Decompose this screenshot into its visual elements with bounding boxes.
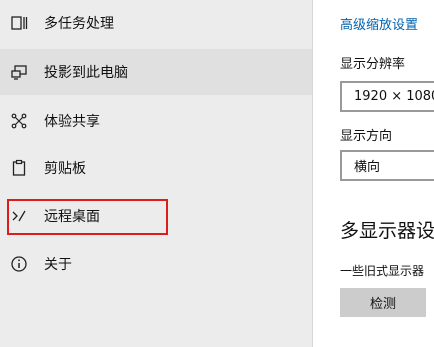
sidebar-item-label: 远程桌面 [44,209,100,225]
orientation-label: 显示方向 [340,129,393,144]
display-settings-panel: 高级缩放设置 显示分辨率 1920 × 1080 ( 显示方向 横向 多显示器设… [313,0,434,347]
sidebar: 多任务处理 投影到此电脑 体验共享 剪贴板 远程桌面 关于 [0,0,312,347]
clipboard-icon [9,158,29,178]
legacy-display-text: 一些旧式显示器 [340,264,425,278]
sidebar-item-label: 体验共享 [44,114,100,130]
sidebar-item-label: 关于 [44,257,72,273]
shared-experiences-icon [9,111,29,131]
sidebar-item-about[interactable]: 关于 [0,241,312,287]
orientation-dropdown[interactable]: 横向 [340,150,434,181]
settings-window: 多任务处理 投影到此电脑 体验共享 剪贴板 远程桌面 关于 高级缩放设置 显示分… [0,0,434,347]
info-icon [9,254,29,274]
remote-desktop-icon [9,206,29,226]
sidebar-item-label: 投影到此电脑 [44,65,128,81]
advanced-scaling-link[interactable]: 高级缩放设置 [340,14,418,33]
sidebar-item-remote-desktop[interactable]: 远程桌面 [0,193,312,239]
detect-button[interactable]: 检测 [340,288,426,317]
sidebar-item-clipboard[interactable]: 剪贴板 [0,145,312,191]
resolution-label: 显示分辨率 [340,57,406,72]
orientation-value: 横向 [354,160,381,175]
multitasking-icon [9,13,29,33]
sidebar-item-shared-experiences[interactable]: 体验共享 [0,98,312,144]
sidebar-item-label: 剪贴板 [44,161,86,177]
sidebar-item-multitasking[interactable]: 多任务处理 [0,0,312,46]
project-to-pc-icon [9,62,29,82]
sidebar-item-label: 多任务处理 [44,16,114,32]
multi-display-heading: 多显示器设 [340,220,434,242]
resolution-dropdown[interactable]: 1920 × 1080 ( [340,81,434,112]
resolution-value: 1920 × 1080 ( [354,89,434,104]
sidebar-item-project-to-pc[interactable]: 投影到此电脑 [0,49,312,95]
